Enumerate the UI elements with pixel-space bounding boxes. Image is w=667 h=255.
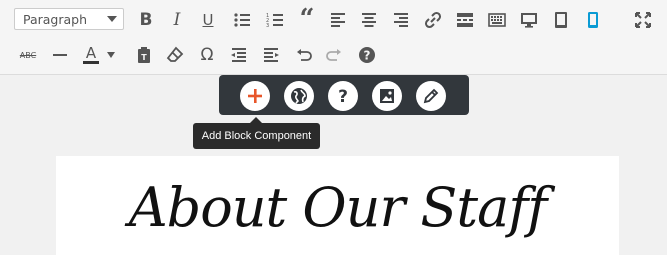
globe-icon xyxy=(291,88,307,104)
insert-image-button[interactable] xyxy=(372,81,402,111)
outdent-icon[interactable] xyxy=(226,42,252,68)
help-icon[interactable]: ? xyxy=(354,42,380,68)
page-heading: About Our Staff xyxy=(128,176,548,239)
editor-toolbar: Paragraph B I U 123 “ ABC A T Ω ? xyxy=(0,0,667,75)
tablet-view-icon[interactable] xyxy=(548,7,574,33)
help-button[interactable]: ? xyxy=(328,81,358,111)
svg-text:3: 3 xyxy=(266,23,269,29)
bold-icon[interactable]: B xyxy=(133,7,159,33)
add-block-icon xyxy=(248,89,262,103)
svg-text:T: T xyxy=(141,53,147,62)
bullet-list-icon[interactable] xyxy=(229,7,255,33)
indent-icon[interactable] xyxy=(258,42,284,68)
horizontal-line-icon[interactable] xyxy=(47,42,73,68)
add-block-button[interactable] xyxy=(240,81,270,111)
special-character-icon[interactable]: Ω xyxy=(194,42,220,68)
svg-text:?: ? xyxy=(364,49,371,63)
tooltip-text: Add Block Component xyxy=(201,130,312,142)
format-select[interactable]: Paragraph xyxy=(14,8,124,30)
toolbar-row-2: ABC A T Ω ? xyxy=(0,38,667,72)
toolbar-toggle-icon[interactable] xyxy=(484,7,510,33)
blockquote-icon[interactable]: “ xyxy=(294,4,320,34)
svg-text:?: ? xyxy=(338,87,348,106)
tooltip: Add Block Component xyxy=(193,123,320,149)
undo-icon[interactable] xyxy=(290,42,316,68)
align-center-icon[interactable] xyxy=(356,7,382,33)
clear-formatting-icon[interactable] xyxy=(162,42,188,68)
image-icon xyxy=(380,89,394,103)
numbered-list-icon[interactable]: 123 xyxy=(262,7,288,33)
strikethrough-icon[interactable]: ABC xyxy=(15,42,41,68)
editor-content[interactable]: About Our Staff xyxy=(56,156,619,255)
help-icon: ? xyxy=(338,87,348,106)
desktop-view-icon[interactable] xyxy=(516,7,542,33)
paste-text-icon[interactable]: T xyxy=(131,42,157,68)
italic-icon[interactable]: I xyxy=(164,7,190,33)
read-more-icon[interactable] xyxy=(452,7,478,33)
globe-button[interactable] xyxy=(284,81,314,111)
format-select-value: Paragraph xyxy=(23,11,88,27)
block-component-bar: ? xyxy=(219,75,469,115)
fullscreen-icon[interactable] xyxy=(630,7,656,33)
link-icon[interactable] xyxy=(420,7,446,33)
text-color-icon[interactable]: A xyxy=(80,41,102,67)
redo-icon[interactable] xyxy=(322,42,348,68)
toolbar-row-1: Paragraph B I U 123 “ xyxy=(0,0,667,38)
chevron-down-icon xyxy=(107,16,117,22)
align-left-icon[interactable] xyxy=(325,7,351,33)
edit-icon xyxy=(423,88,439,104)
chevron-down-icon[interactable] xyxy=(104,42,118,68)
edit-button[interactable] xyxy=(416,81,446,111)
align-right-icon[interactable] xyxy=(388,7,414,33)
mobile-view-icon[interactable] xyxy=(580,7,606,33)
underline-icon[interactable]: U xyxy=(195,7,221,33)
